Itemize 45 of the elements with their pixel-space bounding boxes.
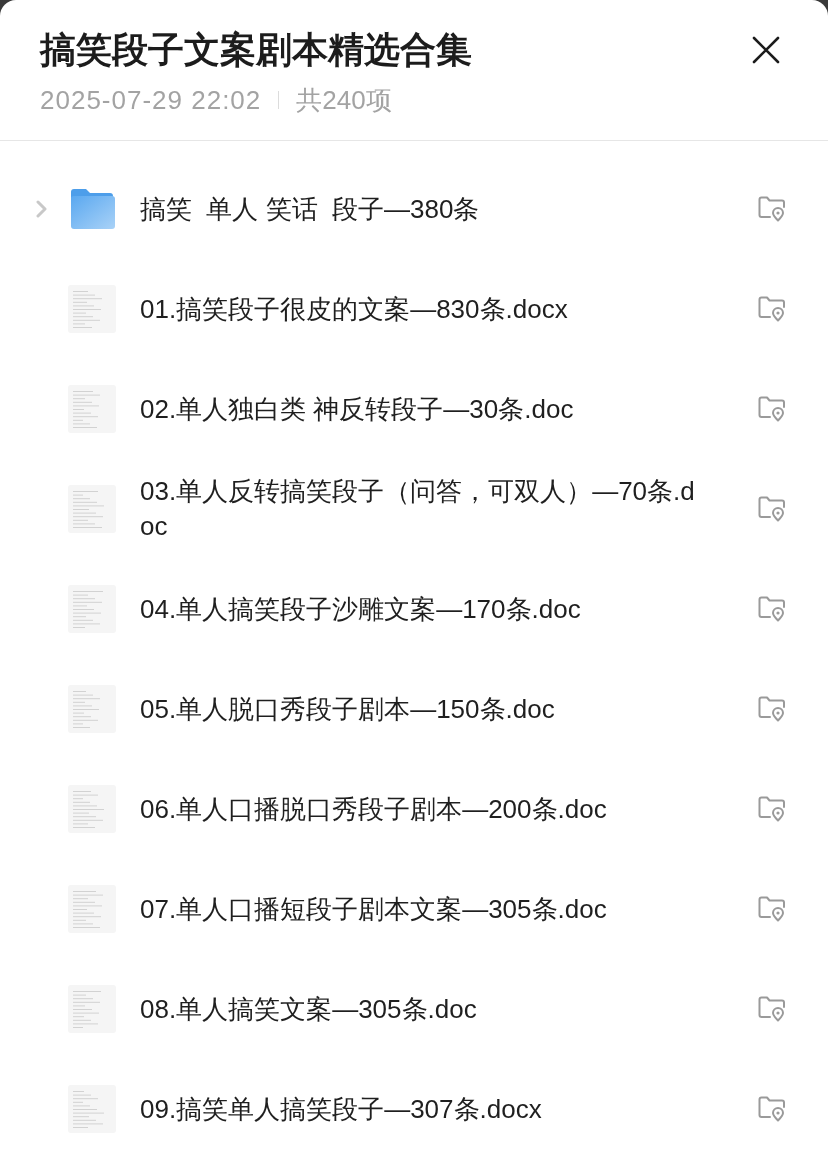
folder-location-icon[interactable]: [758, 1096, 786, 1122]
close-icon: [752, 36, 780, 64]
file-name: 03.单人反转搞笑段子（问答，可双人）—70条.doc: [140, 476, 695, 541]
folder-location-icon[interactable]: [758, 896, 786, 922]
chevron-icon[interactable]: [36, 200, 48, 218]
folder-location-icon[interactable]: [758, 196, 786, 222]
document-thumbnail: [68, 785, 116, 833]
document-thumbnail: [68, 485, 116, 533]
sheet-title: 搞笑段子文案剧本精选合集: [40, 28, 472, 72]
file-name: 01.搞笑段子很皮的文案—830条.docx: [140, 293, 568, 324]
document-thumbnail: [68, 985, 116, 1033]
folder-name: 搞笑 单人 笑话 段子—380条: [140, 193, 480, 224]
file-name: 02.单人独白类 神反转段子—30条.doc: [140, 393, 574, 424]
folder-location-icon[interactable]: [758, 796, 786, 822]
file-name: 07.单人口播短段子剧本文案—305条.doc: [140, 893, 607, 924]
file-row[interactable]: 02.单人独白类 神反转段子—30条.doc: [0, 359, 828, 459]
document-thumbnail: [68, 385, 116, 433]
file-name: 06.单人口播脱口秀段子剧本—200条.doc: [140, 793, 607, 824]
folder-location-icon[interactable]: [758, 396, 786, 422]
folder-icon: [69, 188, 115, 230]
file-name: 05.单人脱口秀段子剧本—150条.doc: [140, 693, 555, 724]
document-thumbnail: [68, 1085, 116, 1133]
file-row[interactable]: 09.搞笑单人搞笑段子—307条.docx: [0, 1059, 828, 1159]
folder-location-icon[interactable]: [758, 696, 786, 722]
document-thumbnail: [68, 685, 116, 733]
folder-location-icon[interactable]: [758, 596, 786, 622]
folder-location-icon[interactable]: [758, 296, 786, 322]
file-row[interactable]: 07.单人口播短段子剧本文案—305条.doc: [0, 859, 828, 959]
document-thumbnail: [68, 585, 116, 633]
document-thumbnail: [68, 285, 116, 333]
file-row[interactable]: 06.单人口播脱口秀段子剧本—200条.doc: [0, 759, 828, 859]
file-row[interactable]: 08.单人搞笑文案—305条.doc: [0, 959, 828, 1059]
file-name: 04.单人搞笑段子沙雕文案—170条.doc: [140, 593, 581, 624]
item-count-text: 共240项: [296, 84, 392, 116]
file-row[interactable]: 04.单人搞笑段子沙雕文案—170条.doc: [0, 559, 828, 659]
document-thumbnail: [68, 885, 116, 933]
file-row[interactable]: 05.单人脱口秀段子剧本—150条.doc: [0, 659, 828, 759]
file-name: 09.搞笑单人搞笑段子—307条.docx: [140, 1093, 542, 1124]
file-row[interactable]: 01.搞笑段子很皮的文案—830条.docx: [0, 259, 828, 359]
file-name: 08.单人搞笑文案—305条.doc: [140, 993, 477, 1024]
date-time-text: 2025-07-29 22:02: [40, 84, 262, 116]
folder-location-icon[interactable]: [758, 996, 786, 1022]
file-row[interactable]: 03.单人反转搞笑段子（问答，可双人）—70条.doc: [0, 459, 828, 559]
folder-location-icon[interactable]: [758, 496, 786, 522]
folder-row[interactable]: 搞笑 单人 笑话 段子—380条: [0, 159, 828, 259]
